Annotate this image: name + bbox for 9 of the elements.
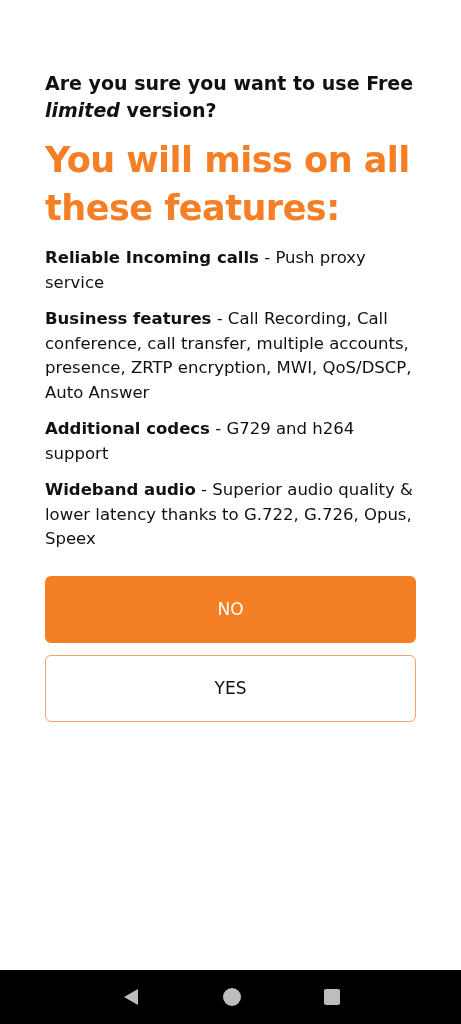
- home-icon[interactable]: [222, 988, 241, 1006]
- recents-icon[interactable]: [323, 989, 340, 1005]
- feature-description: Additional codecs - G729 and h264 support: [45, 418, 356, 465]
- yes-button[interactable]: YES: [45, 654, 416, 722]
- question-text: Are you sure you want to use Free limited version?: [45, 71, 415, 123]
- headline: You will miss on all these features:: [45, 139, 411, 230]
- feature-description: Reliable Incoming calls - Push proxy service: [45, 247, 367, 294]
- feature-description: Business features - Call Recording, Call conference, call transfer, multiple accounts, presence, ZRTP encryption, MWI, QoS/DSCP, Auto Answer: [45, 308, 413, 404]
- feature-description: Wideband audio - Superior audio quality & lower latency thanks to G.722, G.726, Opus, Speex: [45, 479, 414, 550]
